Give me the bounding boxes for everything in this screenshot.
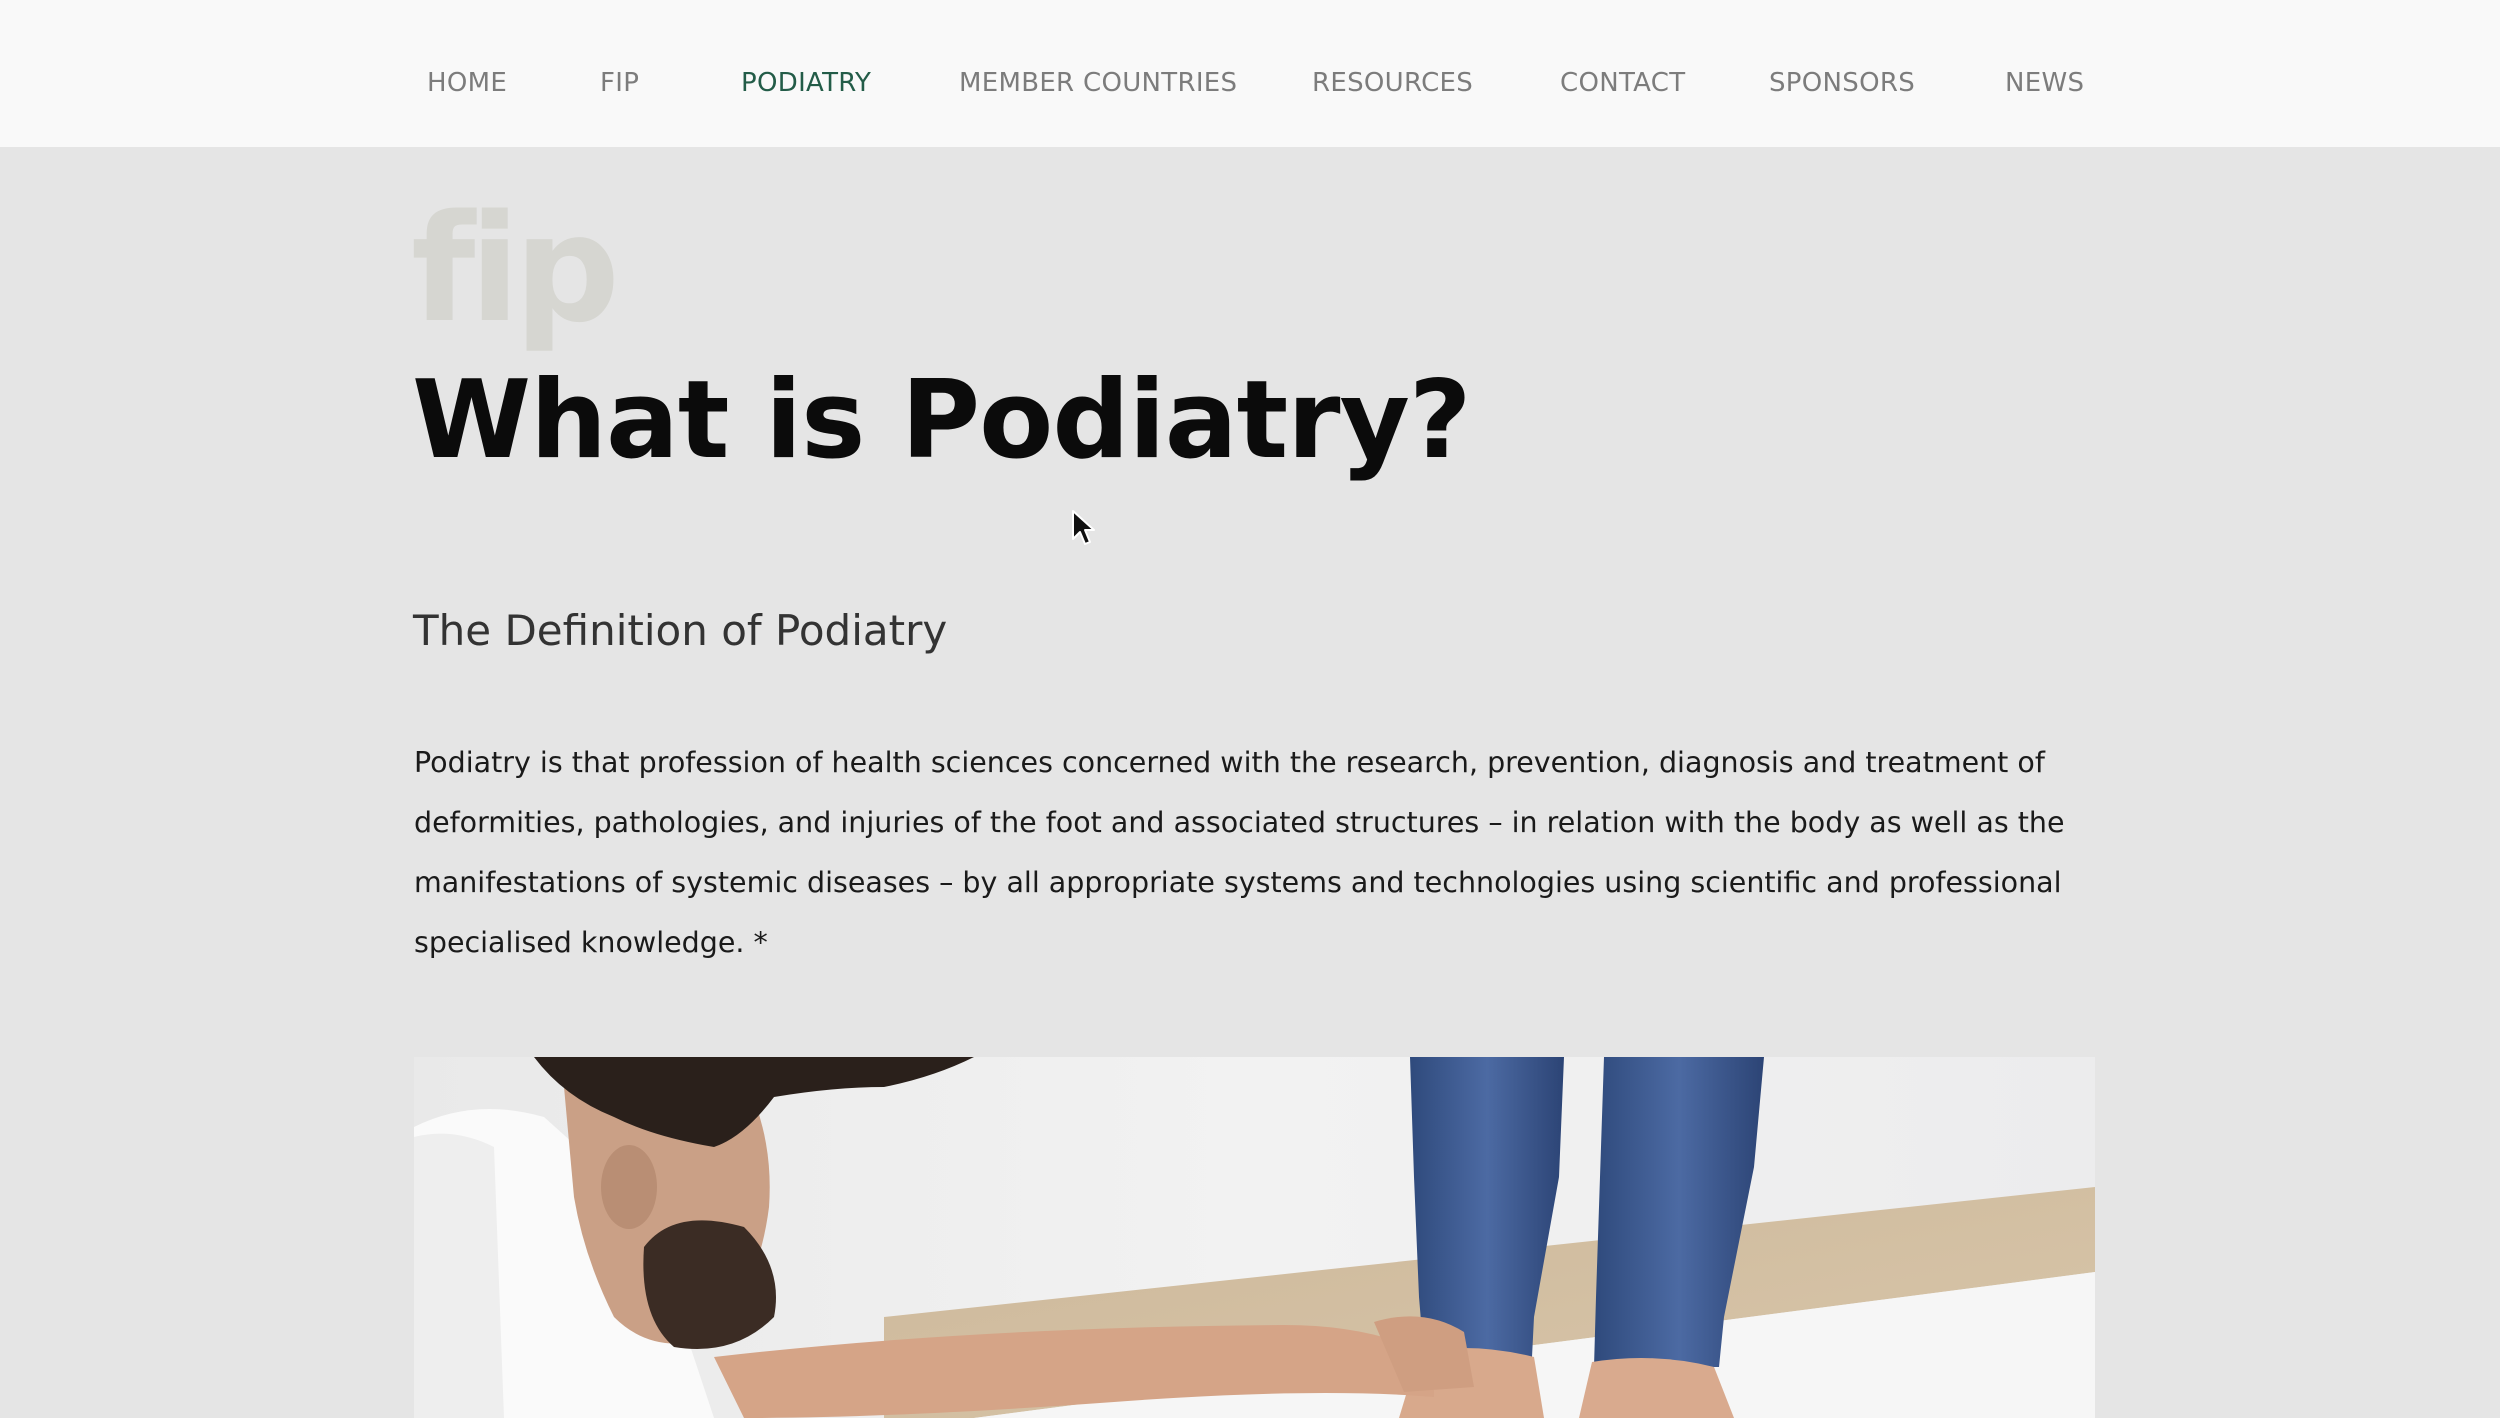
mouse-cursor-icon bbox=[1072, 510, 1095, 545]
nav-item-resources[interactable]: RESOURCES bbox=[1312, 68, 1473, 98]
section-subtitle: The Definition of Podiatry bbox=[413, 606, 948, 655]
podiatry-photo-illustration bbox=[414, 1057, 2095, 1418]
nav-item-podiatry[interactable]: PODIATRY bbox=[741, 68, 871, 98]
nav-item-home[interactable]: HOME bbox=[427, 68, 507, 98]
top-navigation-bar: HOME FIP PODIATRY MEMBER COUNTRIES RESOU… bbox=[0, 0, 2500, 147]
nav-item-contact[interactable]: CONTACT bbox=[1560, 68, 1685, 98]
podiatry-photo bbox=[414, 1057, 2095, 1418]
nav-item-fip[interactable]: FIP bbox=[600, 68, 639, 98]
definition-paragraph: Podiatry is that profession of health sc… bbox=[414, 746, 2065, 959]
nav-item-news[interactable]: NEWS bbox=[2005, 68, 2084, 98]
nav-item-member-countries[interactable]: MEMBER COUNTRIES bbox=[959, 68, 1237, 98]
page-title: What is Podiatry? bbox=[412, 358, 1472, 483]
nav-item-sponsors[interactable]: SPONSORS bbox=[1769, 68, 1915, 98]
fip-logo[interactable]: fip bbox=[411, 195, 620, 343]
